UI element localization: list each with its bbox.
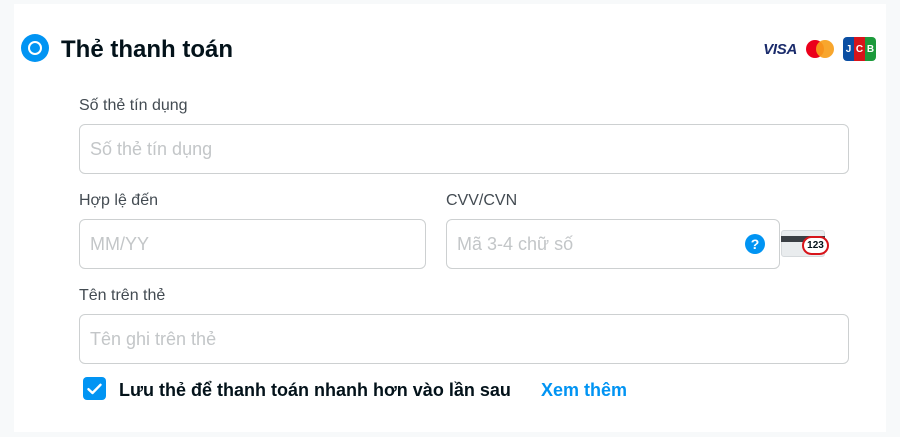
section-title: Thẻ thanh toán [61, 36, 233, 63]
save-card-text: Lưu thẻ để thanh toán nhanh hơn vào lần … [119, 380, 511, 400]
cvv-label: CVV/CVN [446, 192, 518, 209]
holder-name-input[interactable] [79, 314, 849, 364]
cvv-input[interactable] [446, 219, 780, 269]
expiry-input[interactable] [79, 219, 426, 269]
card-brand-logos: VISA J C B [763, 34, 876, 64]
card-number-input[interactable] [79, 124, 849, 174]
cvv-help-icon[interactable]: ? [745, 234, 765, 254]
visa-logo-icon: VISA [763, 40, 797, 58]
jcb-logo-icon: J C B [843, 37, 876, 61]
card-number-label: Số thẻ tín dụng [79, 97, 188, 114]
payment-method-radio[interactable] [21, 34, 49, 62]
mastercard-logo-icon [806, 40, 834, 58]
holder-name-label: Tên trên thẻ [79, 287, 166, 304]
save-card-checkbox[interactable] [83, 377, 106, 400]
expiry-label: Hợp lệ đến [79, 192, 158, 209]
checkmark-icon [87, 383, 102, 394]
cvv-card-back-icon: 123 [781, 226, 829, 262]
see-more-link[interactable]: Xem thêm [541, 379, 627, 401]
payment-card-section [14, 4, 886, 432]
cvv-hint-badge: 123 [802, 236, 829, 255]
